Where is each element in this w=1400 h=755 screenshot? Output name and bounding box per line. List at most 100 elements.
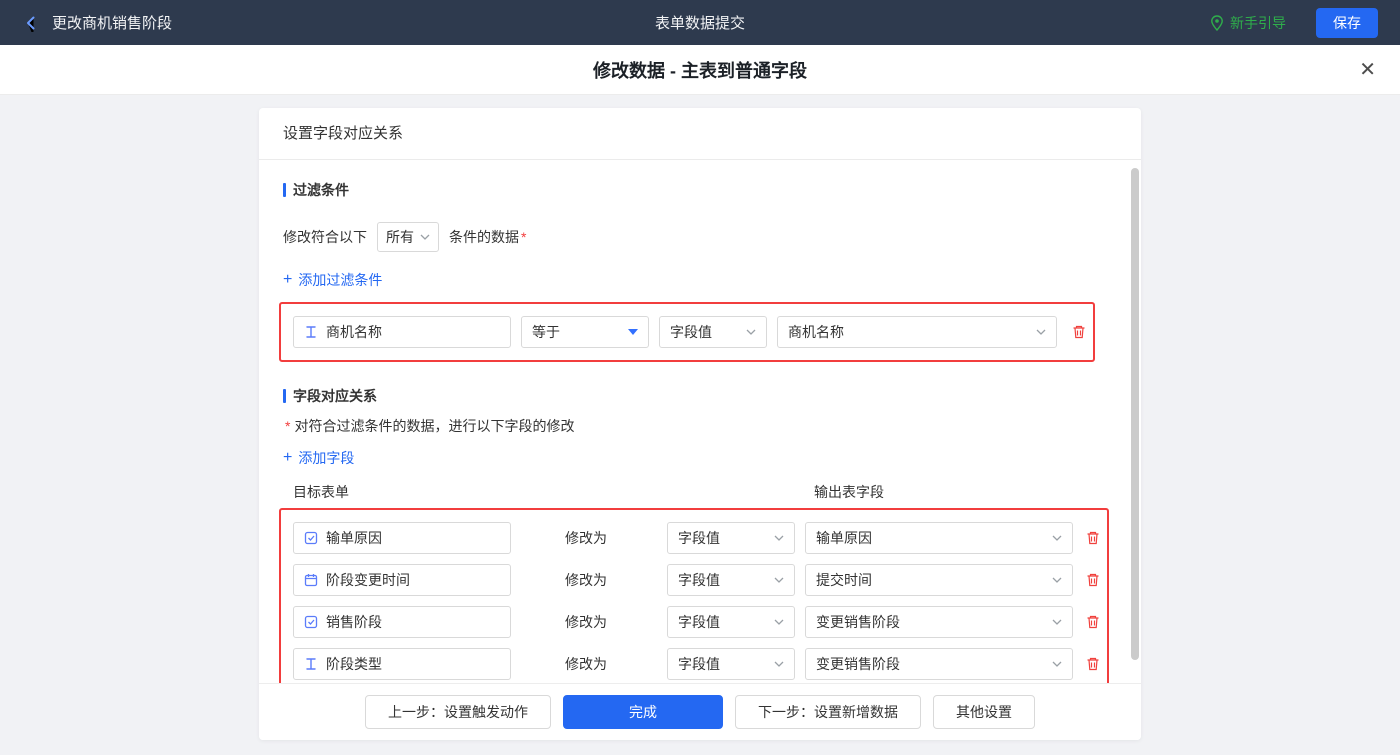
delete-filter-icon[interactable] bbox=[1071, 324, 1087, 340]
card-body: 过滤条件 修改符合以下 所有 条件的数据* + 添加过滤条件 bbox=[259, 160, 1141, 683]
chevron-down-icon bbox=[774, 577, 784, 583]
prev-step-button[interactable]: 上一步：设置触发动作 bbox=[365, 695, 551, 729]
mapping-row: 输单原因 修改为 字段值 输单原因 bbox=[293, 522, 1103, 554]
source-field-select[interactable]: 变更销售阶段 bbox=[805, 606, 1073, 638]
condition-row: 修改符合以下 所有 条件的数据* bbox=[283, 222, 1117, 252]
condition-prefix: 修改符合以下 bbox=[283, 227, 367, 247]
scrollbar-thumb[interactable] bbox=[1131, 168, 1139, 660]
source-field-value: 输单原因 bbox=[816, 528, 872, 548]
chevron-down-icon bbox=[1052, 661, 1062, 667]
condition-suffix: 条件的数据* bbox=[449, 227, 526, 247]
chevron-down-icon bbox=[774, 535, 784, 541]
mapping-description-text: 对符合过滤条件的数据，进行以下字段的修改 bbox=[294, 416, 574, 436]
value-type-value: 字段值 bbox=[678, 570, 720, 590]
source-field-select[interactable]: 变更销售阶段 bbox=[805, 648, 1073, 680]
plus-icon: + bbox=[283, 450, 292, 466]
topbar-actions: 新手引导 保存 bbox=[1210, 8, 1378, 38]
other-settings-button[interactable]: 其他设置 bbox=[933, 695, 1035, 729]
chevron-down-icon bbox=[1052, 535, 1062, 541]
text-field-icon bbox=[304, 657, 318, 671]
card-title: 设置字段对应关系 bbox=[259, 108, 1141, 160]
target-field-input[interactable]: 阶段类型 bbox=[293, 648, 511, 680]
date-field-icon bbox=[304, 573, 318, 587]
back-button[interactable]: 更改商机销售阶段 bbox=[22, 12, 172, 33]
operator-select[interactable]: 等于 bbox=[521, 316, 649, 348]
value-type-select[interactable]: 字段值 bbox=[659, 316, 767, 348]
mapping-row: 阶段类型 修改为 字段值 变更销售阶段 bbox=[293, 648, 1103, 680]
condition-mode-select[interactable]: 所有 bbox=[377, 222, 439, 252]
chevron-down-icon bbox=[746, 329, 756, 335]
dialog-header: 修改数据 - 主表到普通字段 ✕ bbox=[0, 45, 1400, 95]
chevron-down-icon bbox=[1052, 619, 1062, 625]
select-field-icon bbox=[304, 531, 318, 545]
mapping-highlight-box: 输单原因 修改为 字段值 输单原因 bbox=[279, 508, 1109, 683]
node-title: 表单数据提交 bbox=[655, 12, 745, 33]
add-filter-condition-link[interactable]: + 添加过滤条件 bbox=[283, 270, 382, 290]
mapping-description: * 对符合过滤条件的数据，进行以下字段的修改 bbox=[283, 416, 1117, 436]
back-chevron-icon bbox=[22, 14, 40, 32]
condition-mode-value: 所有 bbox=[386, 227, 414, 247]
next-step-button[interactable]: 下一步：设置新增数据 bbox=[735, 695, 921, 729]
section-bar-icon bbox=[283, 389, 286, 403]
dialog-body: 设置字段对应关系 过滤条件 修改符合以下 所有 条件的数据* + 添加过滤条件 bbox=[0, 95, 1400, 755]
column-target-form: 目标表单 bbox=[293, 482, 349, 502]
target-field-value: 阶段变更时间 bbox=[326, 570, 410, 590]
card-footer: 上一步：设置触发动作 完成 下一步：设置新增数据 其他设置 bbox=[259, 683, 1141, 740]
modify-label: 修改为 bbox=[565, 528, 607, 548]
required-mark: * bbox=[521, 229, 526, 245]
guide-label: 新手引导 bbox=[1230, 13, 1286, 33]
chevron-down-icon bbox=[774, 619, 784, 625]
close-icon[interactable]: ✕ bbox=[1359, 60, 1376, 80]
filter-row: 商机名称 等于 字段值 商机名称 bbox=[293, 316, 1089, 348]
chevron-down-icon bbox=[774, 661, 784, 667]
select-field-icon bbox=[304, 615, 318, 629]
value-type-select[interactable]: 字段值 bbox=[667, 564, 795, 596]
target-field-input[interactable]: 销售阶段 bbox=[293, 606, 511, 638]
modify-label: 修改为 bbox=[565, 612, 607, 632]
text-field-icon bbox=[304, 325, 318, 339]
modify-label: 修改为 bbox=[565, 570, 607, 590]
value-type-value: 字段值 bbox=[678, 528, 720, 548]
chevron-down-icon bbox=[1036, 329, 1046, 335]
add-field-link[interactable]: + 添加字段 bbox=[283, 448, 354, 468]
required-mark: * bbox=[285, 418, 290, 434]
add-field-label: 添加字段 bbox=[298, 448, 354, 468]
target-field-input[interactable]: 阶段变更时间 bbox=[293, 564, 511, 596]
filter-highlight-box: 商机名称 等于 字段值 商机名称 bbox=[279, 302, 1095, 362]
delete-row-icon[interactable] bbox=[1085, 614, 1101, 630]
value-type-select[interactable]: 字段值 bbox=[667, 606, 795, 638]
mapping-section-title-text: 字段对应关系 bbox=[293, 386, 377, 406]
source-field-select[interactable]: 输单原因 bbox=[805, 522, 1073, 554]
delete-row-icon[interactable] bbox=[1085, 572, 1101, 588]
section-bar-icon bbox=[283, 183, 286, 197]
settings-card: 设置字段对应关系 过滤条件 修改符合以下 所有 条件的数据* + 添加过滤条件 bbox=[259, 108, 1141, 740]
save-button[interactable]: 保存 bbox=[1316, 8, 1378, 38]
done-button[interactable]: 完成 bbox=[563, 695, 723, 729]
target-field-value: 输单原因 bbox=[326, 528, 382, 548]
source-field-select[interactable]: 提交时间 bbox=[805, 564, 1073, 596]
mapping-row: 销售阶段 修改为 字段值 变更销售阶段 bbox=[293, 606, 1103, 638]
value-type-select[interactable]: 字段值 bbox=[667, 648, 795, 680]
operator-value: 等于 bbox=[532, 322, 560, 342]
source-field-value: 提交时间 bbox=[816, 570, 872, 590]
target-field-value: 阶段类型 bbox=[326, 654, 382, 674]
value-type-select[interactable]: 字段值 bbox=[667, 522, 795, 554]
caret-down-icon bbox=[628, 329, 638, 335]
filter-value: 商机名称 bbox=[788, 322, 844, 342]
delete-row-icon[interactable] bbox=[1085, 530, 1101, 546]
filter-value-select[interactable]: 商机名称 bbox=[777, 316, 1057, 348]
mapping-section-title: 字段对应关系 bbox=[283, 386, 1117, 406]
value-type-value: 字段值 bbox=[678, 612, 720, 632]
mapping-row: 阶段变更时间 修改为 字段值 提交时间 bbox=[293, 564, 1103, 596]
filter-field-input[interactable]: 商机名称 bbox=[293, 316, 511, 348]
delete-row-icon[interactable] bbox=[1085, 656, 1101, 672]
filter-section-title: 过滤条件 bbox=[283, 180, 1117, 200]
value-type-value: 字段值 bbox=[670, 322, 712, 342]
add-filter-condition-label: 添加过滤条件 bbox=[298, 270, 382, 290]
modify-label: 修改为 bbox=[565, 654, 607, 674]
beginner-guide-button[interactable]: 新手引导 bbox=[1210, 13, 1286, 33]
chevron-down-icon bbox=[420, 234, 430, 240]
guide-pin-icon bbox=[1210, 15, 1224, 31]
chevron-down-icon bbox=[1052, 577, 1062, 583]
target-field-input[interactable]: 输单原因 bbox=[293, 522, 511, 554]
